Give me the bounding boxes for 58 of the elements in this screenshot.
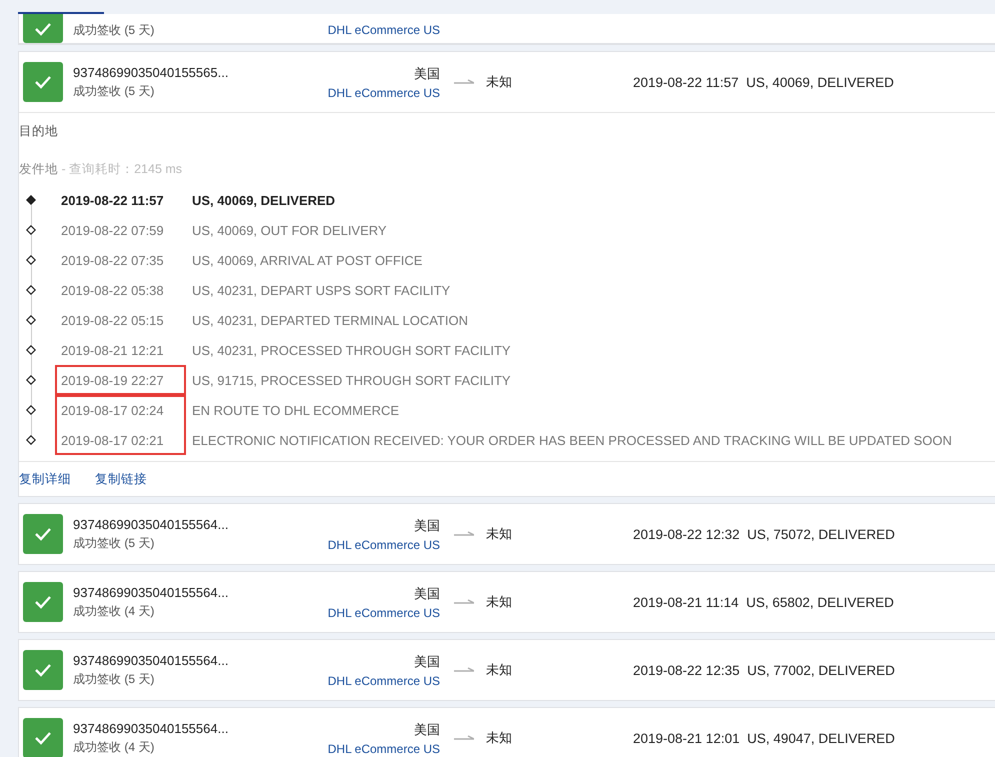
delivery-status: 成功签收 (5 天) xyxy=(73,82,156,100)
tracking-number[interactable]: 93748699035040155564... xyxy=(73,584,273,600)
event-description: ELECTRONIC NOTIFICATION RECEIVED: YOUR ORDER HAS BEEN PROCESSED AND TRACKING WILL BE UPDATED SOON xyxy=(192,432,952,448)
event-description: US, 40231, PROCESSED THROUGH SORT FACILITY xyxy=(192,342,511,358)
delivery-status: 成功签收 (5 天) xyxy=(73,670,156,688)
delivery-status: 成功签收 (5 天) xyxy=(73,22,156,38)
event-time: 2019-08-17 02:24 xyxy=(61,402,164,418)
event-description: EN ROUTE TO DHL ECOMMERCE xyxy=(192,402,400,418)
event-description: US, 40069, OUT FOR DELIVERY xyxy=(192,222,387,238)
event-description: US, 40069, DELIVERED xyxy=(192,192,336,208)
destination-country: 未知 xyxy=(486,73,513,91)
carrier-name: DHL eCommerce US xyxy=(328,538,440,552)
event-description: US, 40231, DEPARTED TERMINAL LOCATION xyxy=(192,312,468,328)
delivery-status: 成功签收 (4 天) xyxy=(73,602,156,620)
check-icon xyxy=(23,582,63,622)
carrier-name: DHL eCommerce US xyxy=(328,606,440,620)
destination-country: 未知 xyxy=(486,729,513,747)
delivery-status: 成功签收 (4 天) xyxy=(73,738,156,756)
origin-country: 美国 xyxy=(414,64,440,82)
delivery-status: 成功签收 (5 天) xyxy=(73,534,156,552)
destination-country: 未知 xyxy=(486,525,513,543)
event-description: US, 91715, PROCESSED THROUGH SORT FACILITY xyxy=(192,372,511,388)
carrier-name: DHL eCommerce US xyxy=(328,674,440,688)
event-time: 2019-08-22 05:38 xyxy=(61,282,164,298)
carrier-name: DHL eCommerce US xyxy=(328,23,440,37)
event-description: US, 40231, DEPART USPS SORT FACILITY xyxy=(192,282,450,298)
latest-event: 2019-08-21 11:14 US, 65802, DELIVERED xyxy=(633,594,894,610)
event-time: 2019-08-22 07:59 xyxy=(61,222,164,238)
latest-event: 2019-08-22 12:35 US, 77002, DELIVERED xyxy=(633,662,895,678)
origin-country: 美国 xyxy=(414,652,440,670)
tracking-number[interactable]: 93748699035040155564... xyxy=(73,516,273,532)
check-icon xyxy=(23,62,63,102)
event-time: 2019-08-22 05:15 xyxy=(61,312,164,328)
tracking-number[interactable]: 93748699035040155564... xyxy=(73,652,273,668)
check-icon xyxy=(23,514,63,554)
origin-country: 美国 xyxy=(414,584,440,602)
carrier-name: DHL eCommerce US xyxy=(328,742,440,756)
tracking-number[interactable]: 93748699035040155564... xyxy=(73,720,273,736)
event-time: 2019-08-19 22:27 xyxy=(61,372,164,388)
event-time: 2019-08-21 12:21 xyxy=(61,342,164,358)
origin-country: 美国 xyxy=(414,516,440,534)
event-time: 2019-08-22 07:35 xyxy=(61,252,164,268)
destination-label: 目的地 xyxy=(19,123,59,140)
event-time: 2019-08-22 11:57 xyxy=(61,192,164,208)
origin-label: 发件地 - 查询耗时：2145 ms xyxy=(19,161,184,178)
latest-event: 2019-08-22 11:57 US, 40069, DELIVERED xyxy=(633,74,894,90)
event-time: 2019-08-17 02:21 xyxy=(61,432,164,448)
check-icon xyxy=(23,650,63,690)
carrier-name: DHL eCommerce US xyxy=(328,86,440,100)
latest-event: 2019-08-21 12:01 US, 49047, DELIVERED xyxy=(633,730,895,746)
copy-link[interactable]: 复制链接 xyxy=(95,470,147,488)
origin-country: 美国 xyxy=(414,720,440,738)
latest-event: 2019-08-22 12:32 US, 75072, DELIVERED xyxy=(633,526,895,542)
destination-country: 未知 xyxy=(486,593,513,611)
tracking-number[interactable]: 93748699035040155565... xyxy=(73,64,273,80)
copy-link[interactable]: 复制详细 xyxy=(19,470,71,488)
destination-country: 未知 xyxy=(486,661,513,679)
event-description: US, 40069, ARRIVAL AT POST OFFICE xyxy=(192,252,422,268)
